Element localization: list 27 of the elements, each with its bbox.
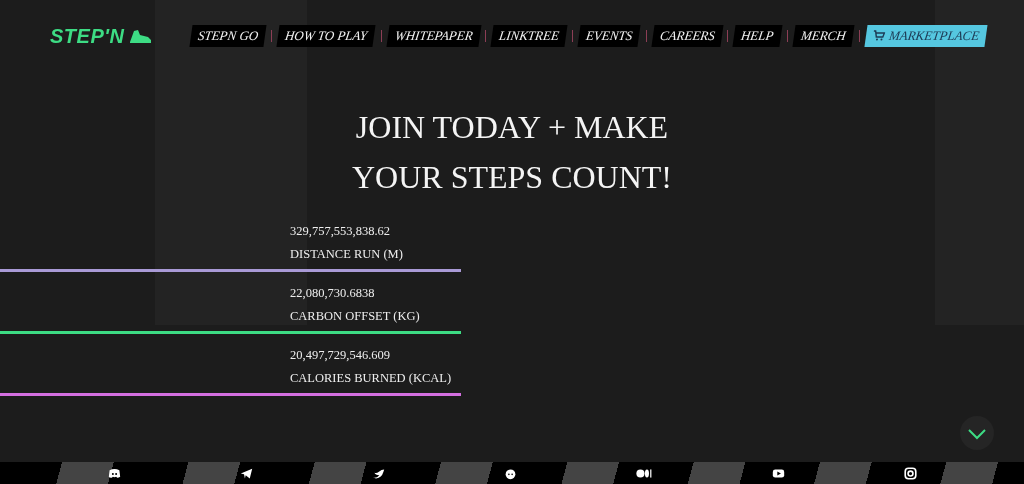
stat-label: CARBON OFFSET (KG) <box>290 307 420 325</box>
instagram-icon[interactable] <box>903 466 917 480</box>
chevron-down-icon <box>967 428 987 441</box>
telegram-icon[interactable] <box>239 466 253 480</box>
medium-icon[interactable] <box>635 466 653 480</box>
nav-link[interactable]: LINKTREE <box>490 25 568 47</box>
shoe-icon <box>128 28 153 44</box>
scroll-down-button[interactable] <box>960 416 994 450</box>
headline: YOUR STEPS COUNT! <box>351 158 673 197</box>
marketplace-button[interactable]: MARKETPLACE <box>864 25 988 47</box>
nav-link[interactable]: MERCH <box>792 25 855 47</box>
logo-text[interactable]: STEP'N <box>50 21 125 51</box>
youtube-icon[interactable] <box>771 466 785 480</box>
stat-value: 22,080,730.6838 <box>290 285 375 302</box>
stat-label: DISTANCE RUN (M) <box>290 245 403 263</box>
headline: JOIN TODAY + MAKE <box>354 108 670 147</box>
stat-value: 20,497,729,546.609 <box>290 347 390 364</box>
nav-link[interactable]: CAREERS <box>651 25 723 47</box>
nav-link[interactable]: STEPN GO <box>189 25 267 47</box>
nav-link[interactable]: WHITEPAPER <box>386 25 481 47</box>
stat-label: CALORIES BURNED (KCAL) <box>290 369 452 387</box>
nav-link[interactable]: EVENTS <box>577 25 642 47</box>
stat-value: 329,757,553,838.62 <box>290 223 390 240</box>
nav-link[interactable]: HELP <box>732 25 783 47</box>
discord-icon[interactable] <box>107 466 121 480</box>
nav-link[interactable]: HOW TO PLAY <box>276 25 377 47</box>
cart-icon <box>871 30 886 42</box>
